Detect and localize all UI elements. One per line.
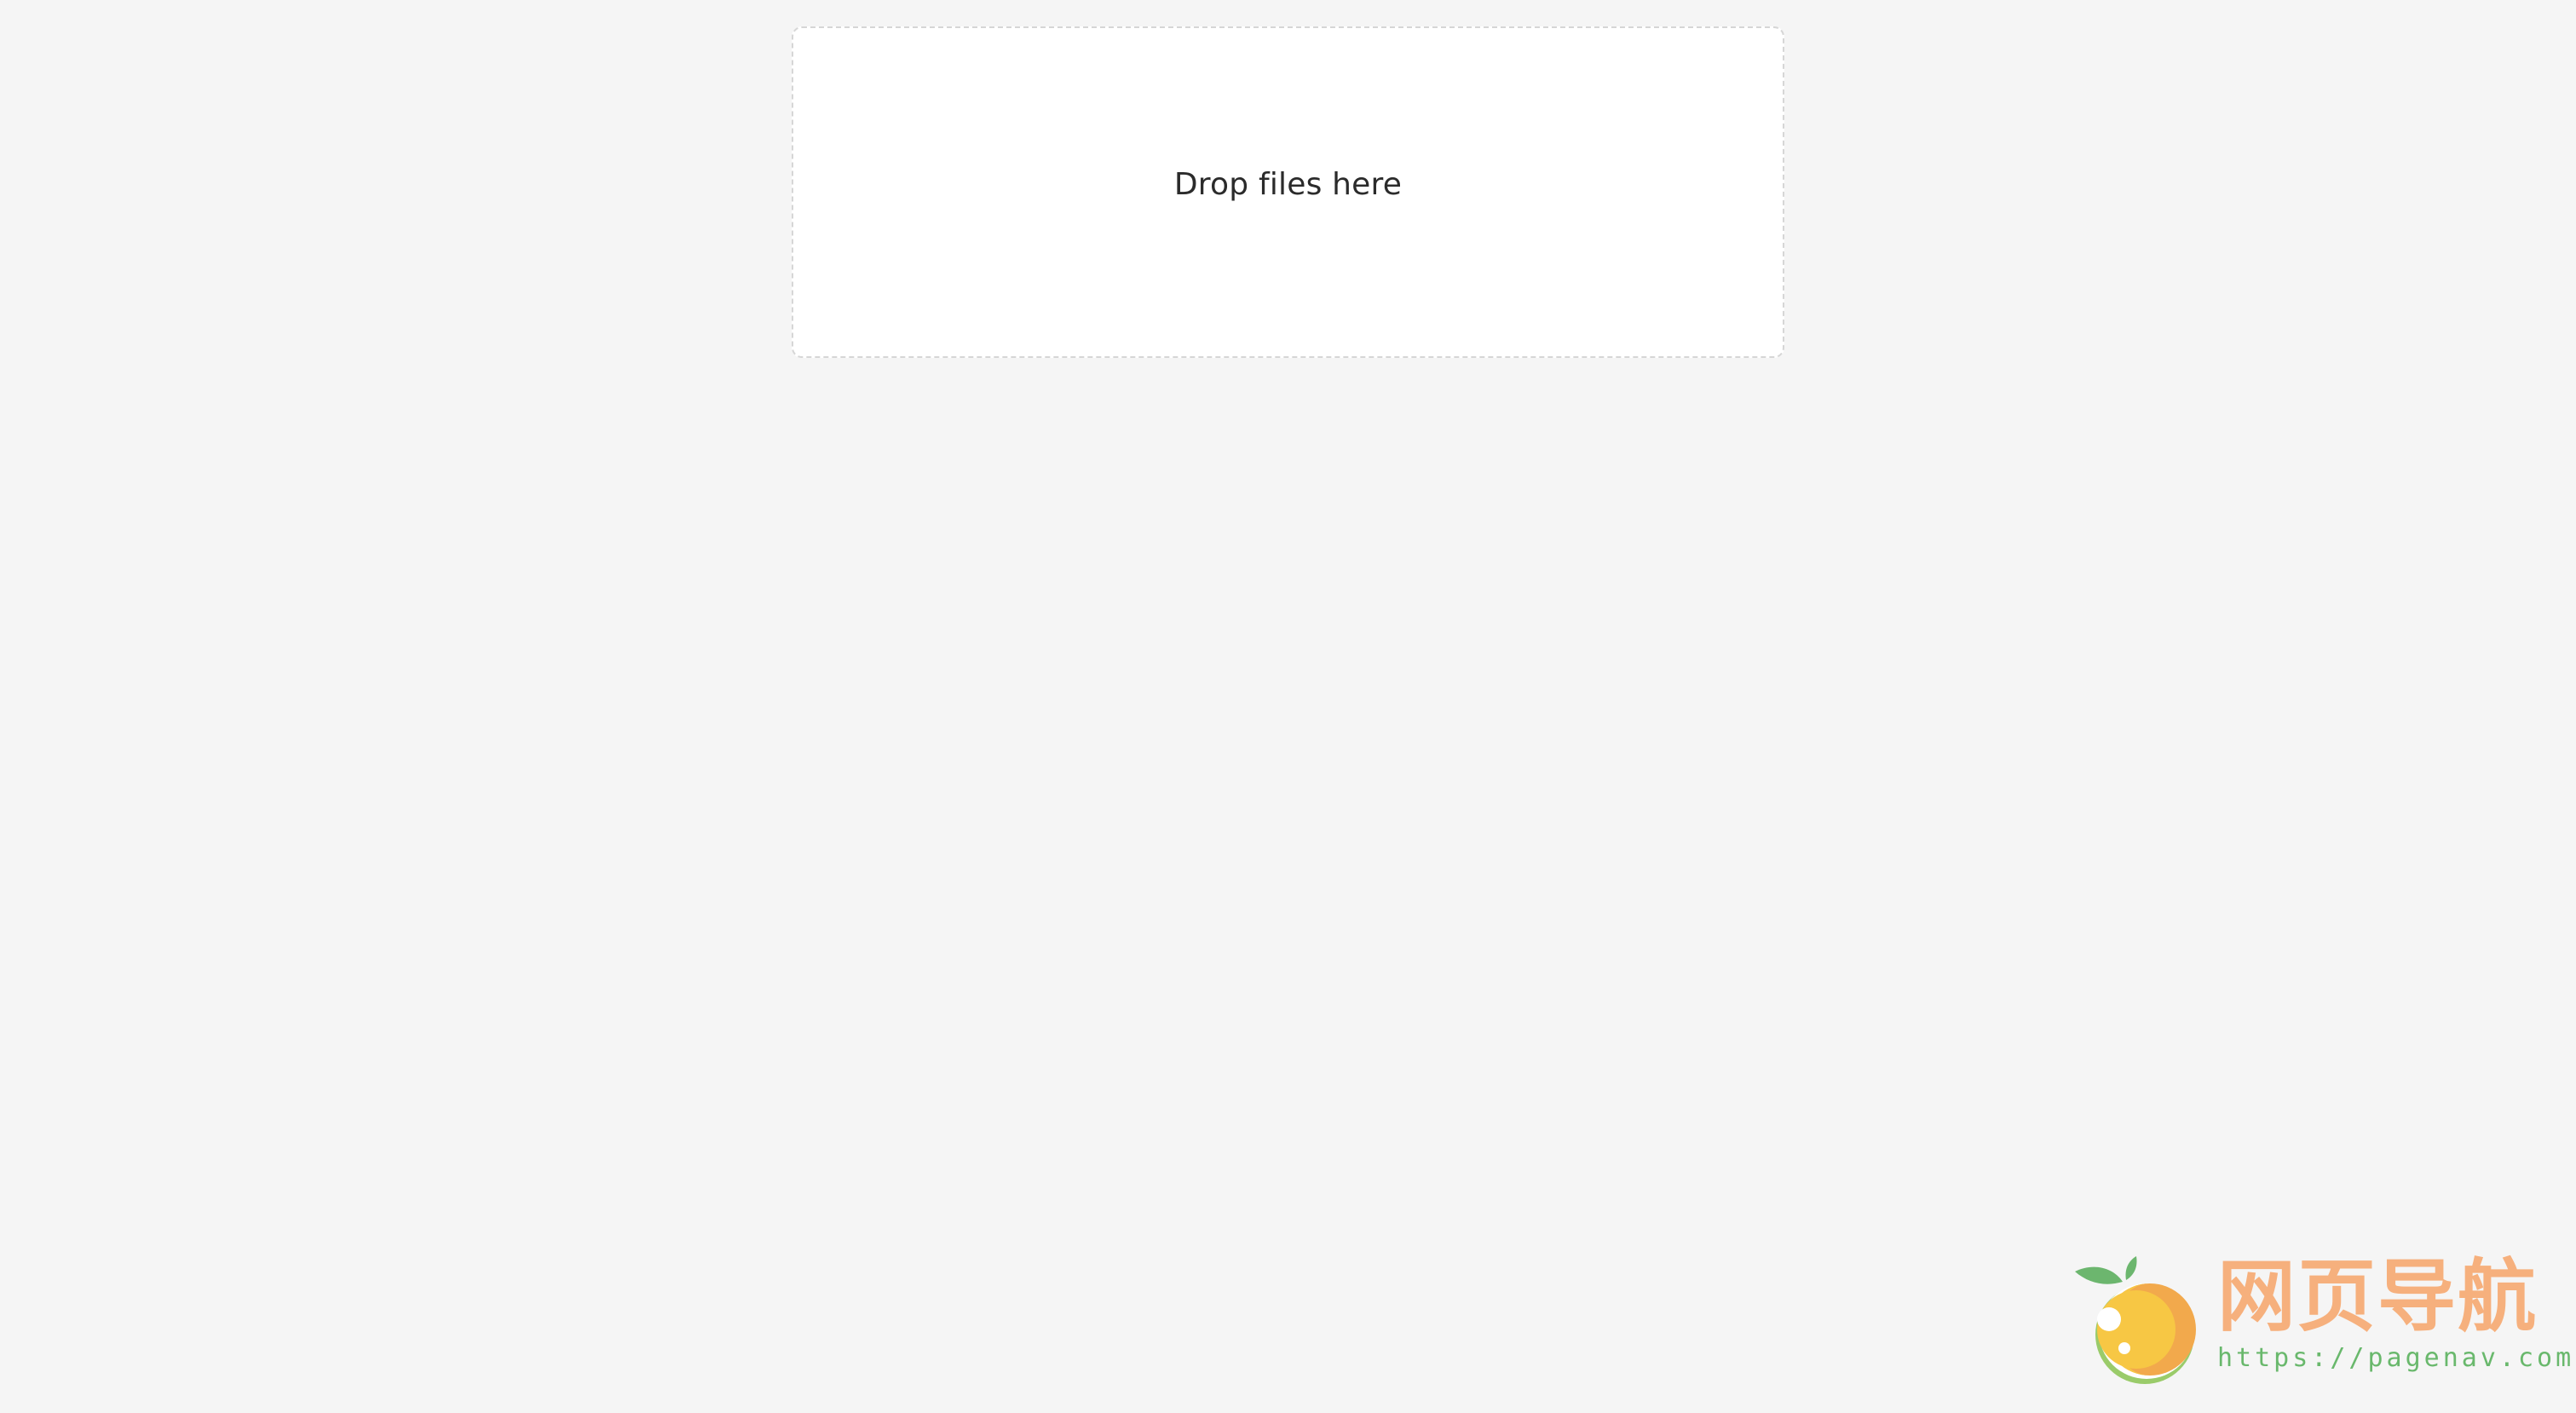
watermark-title: 网页导航	[2217, 1251, 2539, 1342]
watermark-url: https://pagenav.com	[2217, 1343, 2575, 1373]
watermark-text: 网页导航 https://pagenav.com	[2217, 1251, 2571, 1382]
file-dropzone[interactable]: Drop files here	[792, 26, 1784, 358]
watermark: 网页导航 https://pagenav.com	[2068, 1251, 2571, 1389]
orange-fruit-icon	[2075, 1256, 2196, 1384]
page: Drop files here 网页导航 https://pagenav.com	[0, 0, 2576, 1413]
dropzone-label: Drop files here	[1173, 167, 1403, 202]
